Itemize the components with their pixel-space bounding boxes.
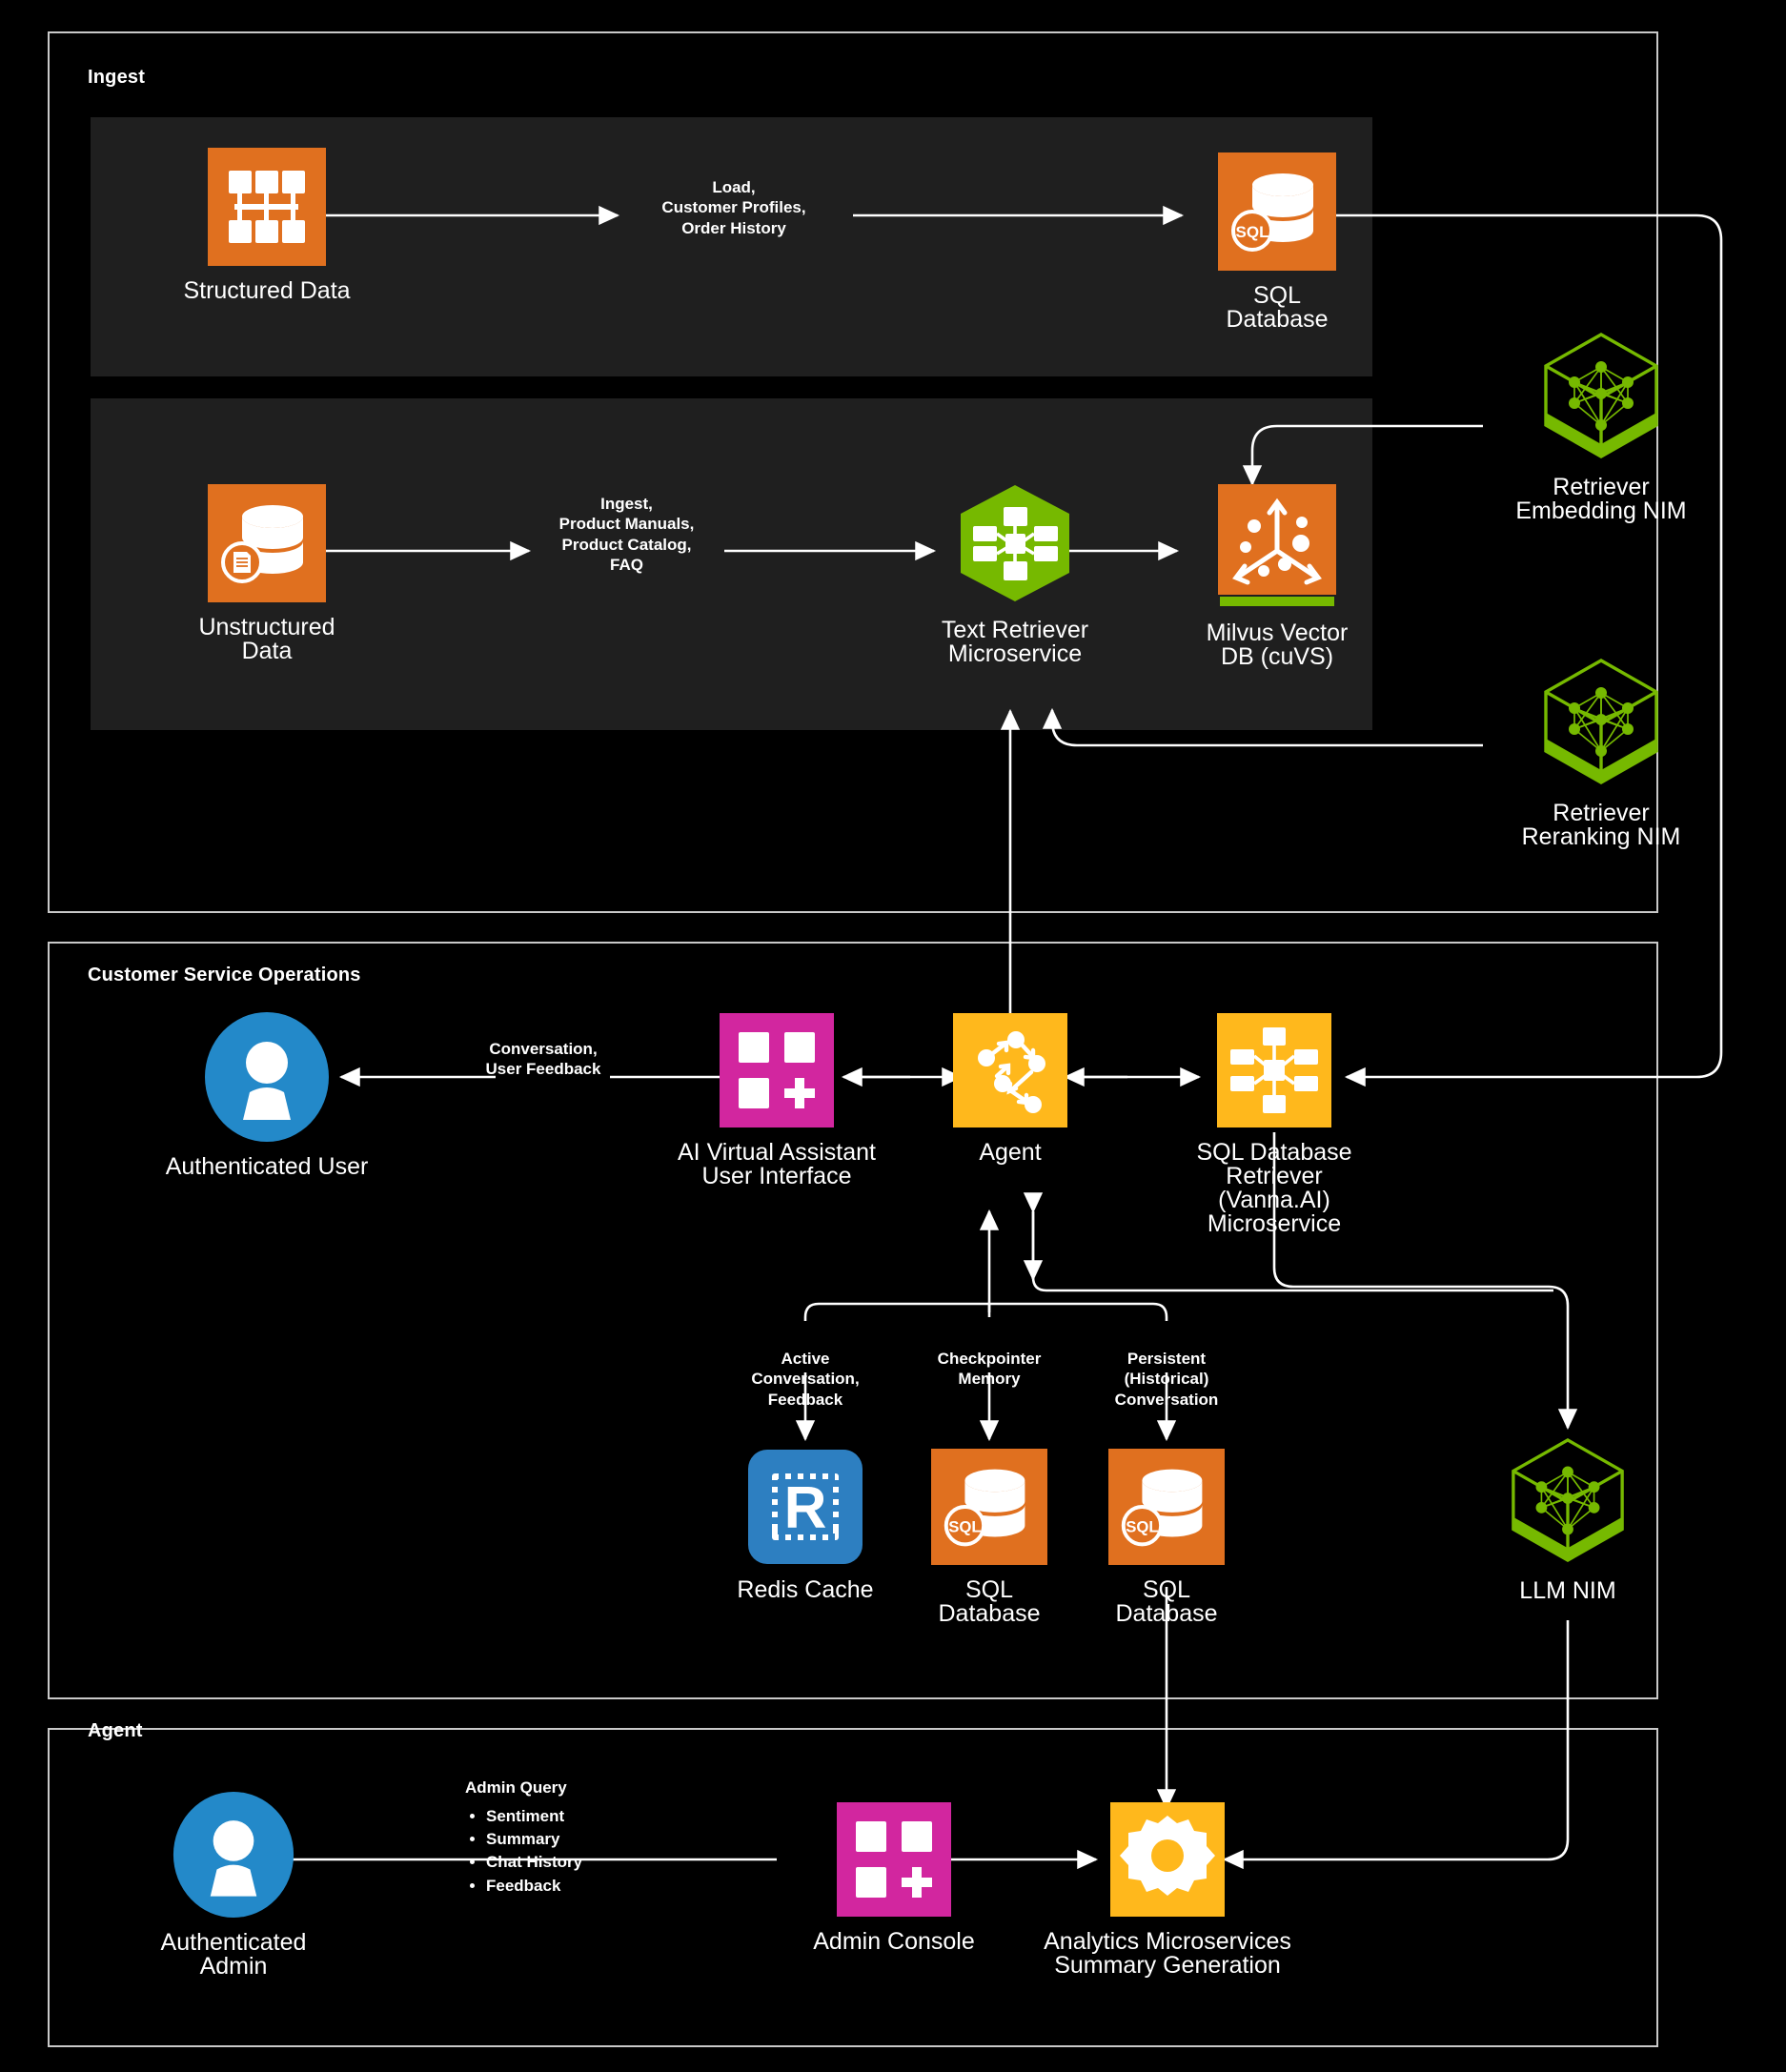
node-label: Retriever Reranking NIM: [1521, 800, 1681, 850]
admin-query-item: Chat History: [486, 1851, 684, 1874]
admin-query-item: Feedback: [486, 1875, 684, 1898]
node-llm-nim[interactable]: LLM NIM: [1506, 1434, 1630, 1603]
user-avatar-icon: [202, 1012, 332, 1142]
microservice-nodes-icon: [1217, 1013, 1331, 1127]
user-avatar-icon: [171, 1792, 296, 1918]
svg-text:SQL: SQL: [1236, 223, 1269, 241]
node-label: Structured Data: [183, 277, 351, 304]
nim-cube-icon: [1506, 1434, 1630, 1566]
admin-query-list: Sentiment Summary Chat History Feedback: [465, 1805, 684, 1898]
node-ai-virtual-assistant[interactable]: AI Virtual Assistant User Interface: [643, 1013, 910, 1188]
node-label: SQL Database: [1226, 282, 1329, 333]
sql-database-icon: SQL: [1108, 1449, 1225, 1565]
node-admin-console[interactable]: Admin Console: [780, 1802, 1008, 1954]
node-sql-database-checkpointer[interactable]: SQL SQL Database: [923, 1449, 1056, 1626]
admin-query-item: Sentiment: [486, 1805, 684, 1828]
node-unstructured-data[interactable]: Unstructured Data: [172, 484, 362, 663]
node-structured-data[interactable]: Structured Data: [172, 148, 362, 303]
node-label: Admin Console: [813, 1928, 975, 1955]
unstructured-data-icon: [208, 484, 326, 602]
node-label: Authenticated User: [165, 1153, 369, 1180]
nim-cube-icon: [1538, 329, 1664, 462]
architecture-diagram: Ingest Customer Service Operations Agent: [0, 0, 1786, 2072]
sql-database-icon: SQL: [1218, 152, 1336, 271]
node-redis-cache[interactable]: R Redis Cache: [729, 1449, 882, 1602]
svg-text:SQL: SQL: [1126, 1518, 1158, 1536]
gear-icon: [1110, 1802, 1225, 1917]
redis-chip-icon: R: [747, 1449, 863, 1565]
structured-data-icon: [208, 148, 326, 266]
node-authenticated-user[interactable]: Authenticated User: [148, 1012, 386, 1179]
nim-cube-icon: [1538, 655, 1664, 788]
node-retriever-embedding-nim[interactable]: Retriever Embedding NIM: [1472, 329, 1730, 523]
edge-label-load-customer-profiles: Load, Customer Profiles, Order History: [661, 178, 806, 237]
node-label: Milvus Vector DB (cuVS): [1206, 620, 1349, 670]
app-tiles-plus-icon: [837, 1802, 951, 1917]
svg-text:R: R: [784, 1475, 827, 1541]
node-authenticated-admin[interactable]: Authenticated Admin: [133, 1792, 334, 1979]
edge-label-checkpointer-memory: Checkpointer Memory: [937, 1350, 1042, 1389]
node-label: Unstructured Data: [198, 614, 335, 664]
node-retriever-reranking-nim[interactable]: Retriever Reranking NIM: [1472, 655, 1730, 849]
section-ingest-title: Ingest: [88, 67, 146, 88]
agent-workflow-icon: [953, 1013, 1067, 1127]
sql-database-icon: SQL: [931, 1449, 1047, 1565]
edge-label-conversation-user-feedback: Conversation, User Feedback: [485, 1040, 601, 1079]
node-label: SQL Database: [1115, 1576, 1218, 1627]
admin-query-item: Summary: [486, 1828, 684, 1851]
node-sql-database-retriever[interactable]: SQL Database Retriever (Vanna.AI) Micros…: [1141, 1013, 1408, 1236]
node-label: Retriever Embedding NIM: [1515, 474, 1687, 524]
edge-label-active-conversation-feedback: Active Conversation, Feedback: [751, 1350, 860, 1409]
node-label: LLM NIM: [1519, 1577, 1616, 1604]
node-text-retriever-microservice[interactable]: Text Retriever Microservice: [929, 481, 1101, 666]
node-label: SQL Database: [938, 1576, 1041, 1627]
node-sql-database-persistent[interactable]: SQL SQL Database: [1100, 1449, 1233, 1626]
node-milvus-vector-db[interactable]: Milvus Vector DB (cuVS): [1191, 484, 1363, 669]
microservice-hexagon-icon: [953, 481, 1077, 605]
admin-query-heading: Admin Query: [465, 1778, 567, 1797]
node-label: SQL Database Retriever (Vanna.AI) Micros…: [1196, 1139, 1352, 1237]
admin-query-block: Admin Query Sentiment Summary Chat Histo…: [465, 1777, 684, 1898]
svg-text:SQL: SQL: [948, 1518, 981, 1536]
node-label: Authenticated Admin: [160, 1929, 307, 1980]
node-label: Analytics Microservices Summary Generati…: [1044, 1928, 1291, 1979]
vector-db-icon: [1218, 484, 1336, 608]
node-sql-database-ingest[interactable]: SQL SQL Database: [1191, 152, 1363, 332]
node-label: Agent: [979, 1139, 1042, 1166]
node-label: AI Virtual Assistant User Interface: [678, 1139, 876, 1189]
node-label: Text Retriever Microservice: [941, 617, 1089, 667]
node-label: Redis Cache: [737, 1576, 874, 1603]
node-agent[interactable]: Agent: [953, 1013, 1067, 1165]
edge-label-persistent-conversation: Persistent (Historical) Conversation: [1114, 1350, 1219, 1409]
section-agent-title: Agent: [88, 1720, 143, 1741]
node-analytics-microservices[interactable]: Analytics Microservices Summary Generati…: [1020, 1802, 1315, 1978]
section-customer-service-operations-title: Customer Service Operations: [88, 965, 361, 985]
app-tiles-plus-icon: [720, 1013, 834, 1127]
edge-label-ingest-product: Ingest, Product Manuals, Product Catalog…: [558, 495, 695, 574]
